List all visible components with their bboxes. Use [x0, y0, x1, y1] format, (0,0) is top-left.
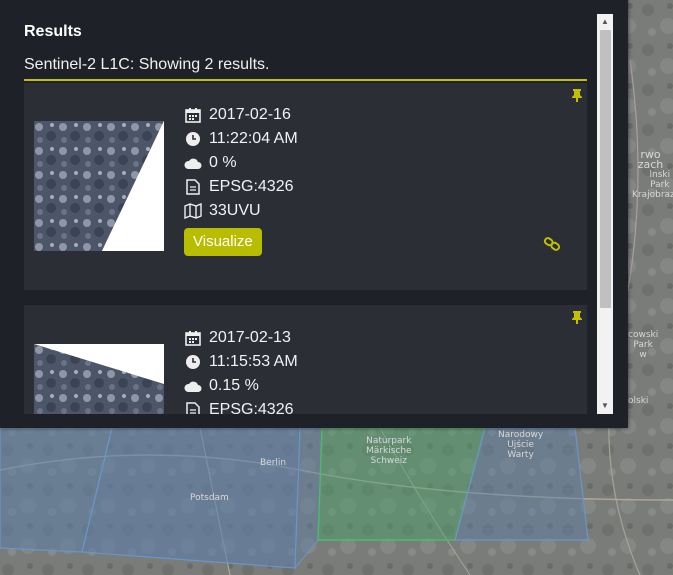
scroll-up-arrow-icon[interactable]: ▲ — [597, 14, 613, 30]
results-panel: Results Sentinel-2 L1C: Showing 2 result… — [0, 0, 628, 428]
results-scrollbar[interactable]: ▲ ▼ — [597, 14, 613, 414]
map-label-city: Berlin — [260, 458, 287, 468]
result-cloud-cover: 0 % — [209, 154, 237, 171]
result-metadata: 2017-02-13 11:15:53 AM 0.15 % EPSG:4326 — [184, 326, 298, 414]
result-thumbnail[interactable] — [34, 121, 164, 251]
map-icon — [184, 202, 202, 220]
pin-icon[interactable] — [571, 310, 583, 329]
cloud-row: 0.15 % — [184, 374, 298, 398]
scroll-down-arrow-icon[interactable]: ▼ — [597, 398, 613, 414]
time-row: 11:22:04 AM — [184, 127, 298, 151]
result-crs: EPSG:4326 — [209, 178, 294, 195]
visualize-button[interactable]: Visualize — [184, 228, 262, 256]
panel-title: Results — [24, 23, 82, 40]
map-label-park: Naturpark Märkische Schweiz — [366, 436, 412, 466]
document-icon — [184, 178, 202, 196]
date-row: 2017-02-16 — [184, 103, 298, 127]
result-card[interactable]: 2017-02-16 11:22:04 AM 0 % EPSG:4326 33U… — [24, 83, 587, 290]
results-summary: Sentinel-2 L1C: Showing 2 results. — [24, 56, 587, 81]
result-tile: 33UVU — [209, 202, 261, 219]
map-label-park: Narodowy Ujście Warty — [498, 430, 544, 460]
tile-row: 33UVU — [184, 199, 298, 223]
date-row: 2017-02-13 — [184, 326, 298, 350]
calendar-icon — [184, 106, 202, 124]
cloud-row: 0 % — [184, 151, 298, 175]
crs-row: EPSG:4326 — [184, 398, 298, 414]
clock-icon — [184, 130, 202, 148]
calendar-icon — [184, 329, 202, 347]
cloud-icon — [184, 154, 202, 172]
map-label-city: Potsdam — [190, 493, 229, 503]
result-crs: EPSG:4326 — [209, 401, 294, 414]
map-label-region: olski — [628, 396, 649, 406]
map-label-park: cowski Park w — [628, 330, 659, 360]
result-date: 2017-02-13 — [209, 329, 291, 346]
map-label-region: rwo zach — [637, 148, 664, 171]
result-date: 2017-02-16 — [209, 106, 291, 123]
document-icon — [184, 401, 202, 414]
time-row: 11:15:53 AM — [184, 350, 298, 374]
result-thumbnail[interactable] — [34, 344, 164, 414]
results-list[interactable]: 2017-02-16 11:22:04 AM 0 % EPSG:4326 33U… — [24, 83, 587, 414]
pin-icon[interactable] — [571, 88, 583, 107]
result-time: 11:15:53 AM — [209, 353, 298, 370]
clock-icon — [184, 353, 202, 371]
scrollbar-thumb[interactable] — [600, 30, 611, 308]
result-card[interactable]: 2017-02-13 11:15:53 AM 0.15 % EPSG:4326 — [24, 305, 587, 414]
result-time: 11:22:04 AM — [209, 130, 298, 147]
result-cloud-cover: 0.15 % — [209, 377, 259, 394]
result-metadata: 2017-02-16 11:22:04 AM 0 % EPSG:4326 33U… — [184, 103, 298, 223]
cloud-icon — [184, 377, 202, 395]
crs-row: EPSG:4326 — [184, 175, 298, 199]
link-icon[interactable] — [543, 236, 561, 257]
map-label-park: lnski Park Krajobrazow — [632, 170, 673, 200]
